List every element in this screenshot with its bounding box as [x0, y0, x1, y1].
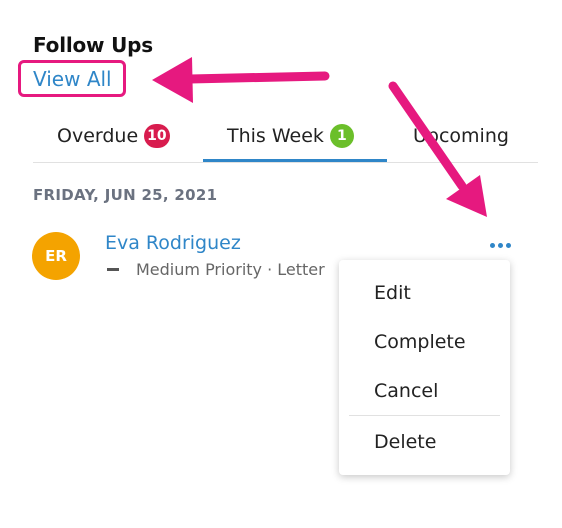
follow-up-meta-text: Medium Priority · Letter [136, 260, 325, 279]
tab-bar: Overdue 10 This Week 1 Upcoming [33, 110, 538, 163]
menu-item-edit[interactable]: Edit [374, 282, 411, 304]
this-week-count-badge: 1 [329, 123, 354, 148]
dot [489, 242, 495, 248]
menu-item-cancel[interactable]: Cancel [374, 380, 438, 402]
tab-label: Overdue [57, 124, 139, 147]
tab-overdue[interactable]: Overdue 10 [57, 110, 170, 161]
annotation-arrow-diagonal-head [446, 175, 487, 217]
date-group-header: FRIDAY, JUN 25, 2021 [33, 186, 218, 204]
annotation-arrow-left-shaft [185, 71, 330, 84]
overdue-count-badge: 10 [144, 123, 170, 148]
priority-medium-icon [107, 268, 119, 271]
tab-label: Upcoming [413, 124, 509, 147]
follow-up-meta: Medium Priority · Letter [105, 260, 325, 279]
avatar: ER [32, 232, 80, 280]
menu-item-delete[interactable]: Delete [374, 431, 436, 453]
tab-this-week[interactable]: This Week 1 [227, 110, 354, 161]
menu-item-complete[interactable]: Complete [374, 331, 466, 353]
follow-ups-panel: Follow Ups View All Overdue 10 This Week… [0, 0, 562, 528]
menu-divider [349, 415, 500, 416]
actions-dropdown-menu: Edit Complete Cancel Delete [339, 260, 510, 475]
tab-upcoming[interactable]: Upcoming [413, 110, 509, 161]
dot [505, 242, 511, 248]
more-horizontal-icon[interactable] [487, 237, 513, 253]
view-all-link[interactable]: View All [33, 67, 112, 91]
active-tab-indicator [203, 159, 387, 162]
tab-label: This Week [227, 124, 324, 147]
contact-name-link[interactable]: Eva Rodriguez [105, 232, 241, 254]
annotation-arrow-left-head [152, 57, 193, 103]
page-title: Follow Ups [33, 33, 153, 57]
dot [497, 242, 503, 248]
